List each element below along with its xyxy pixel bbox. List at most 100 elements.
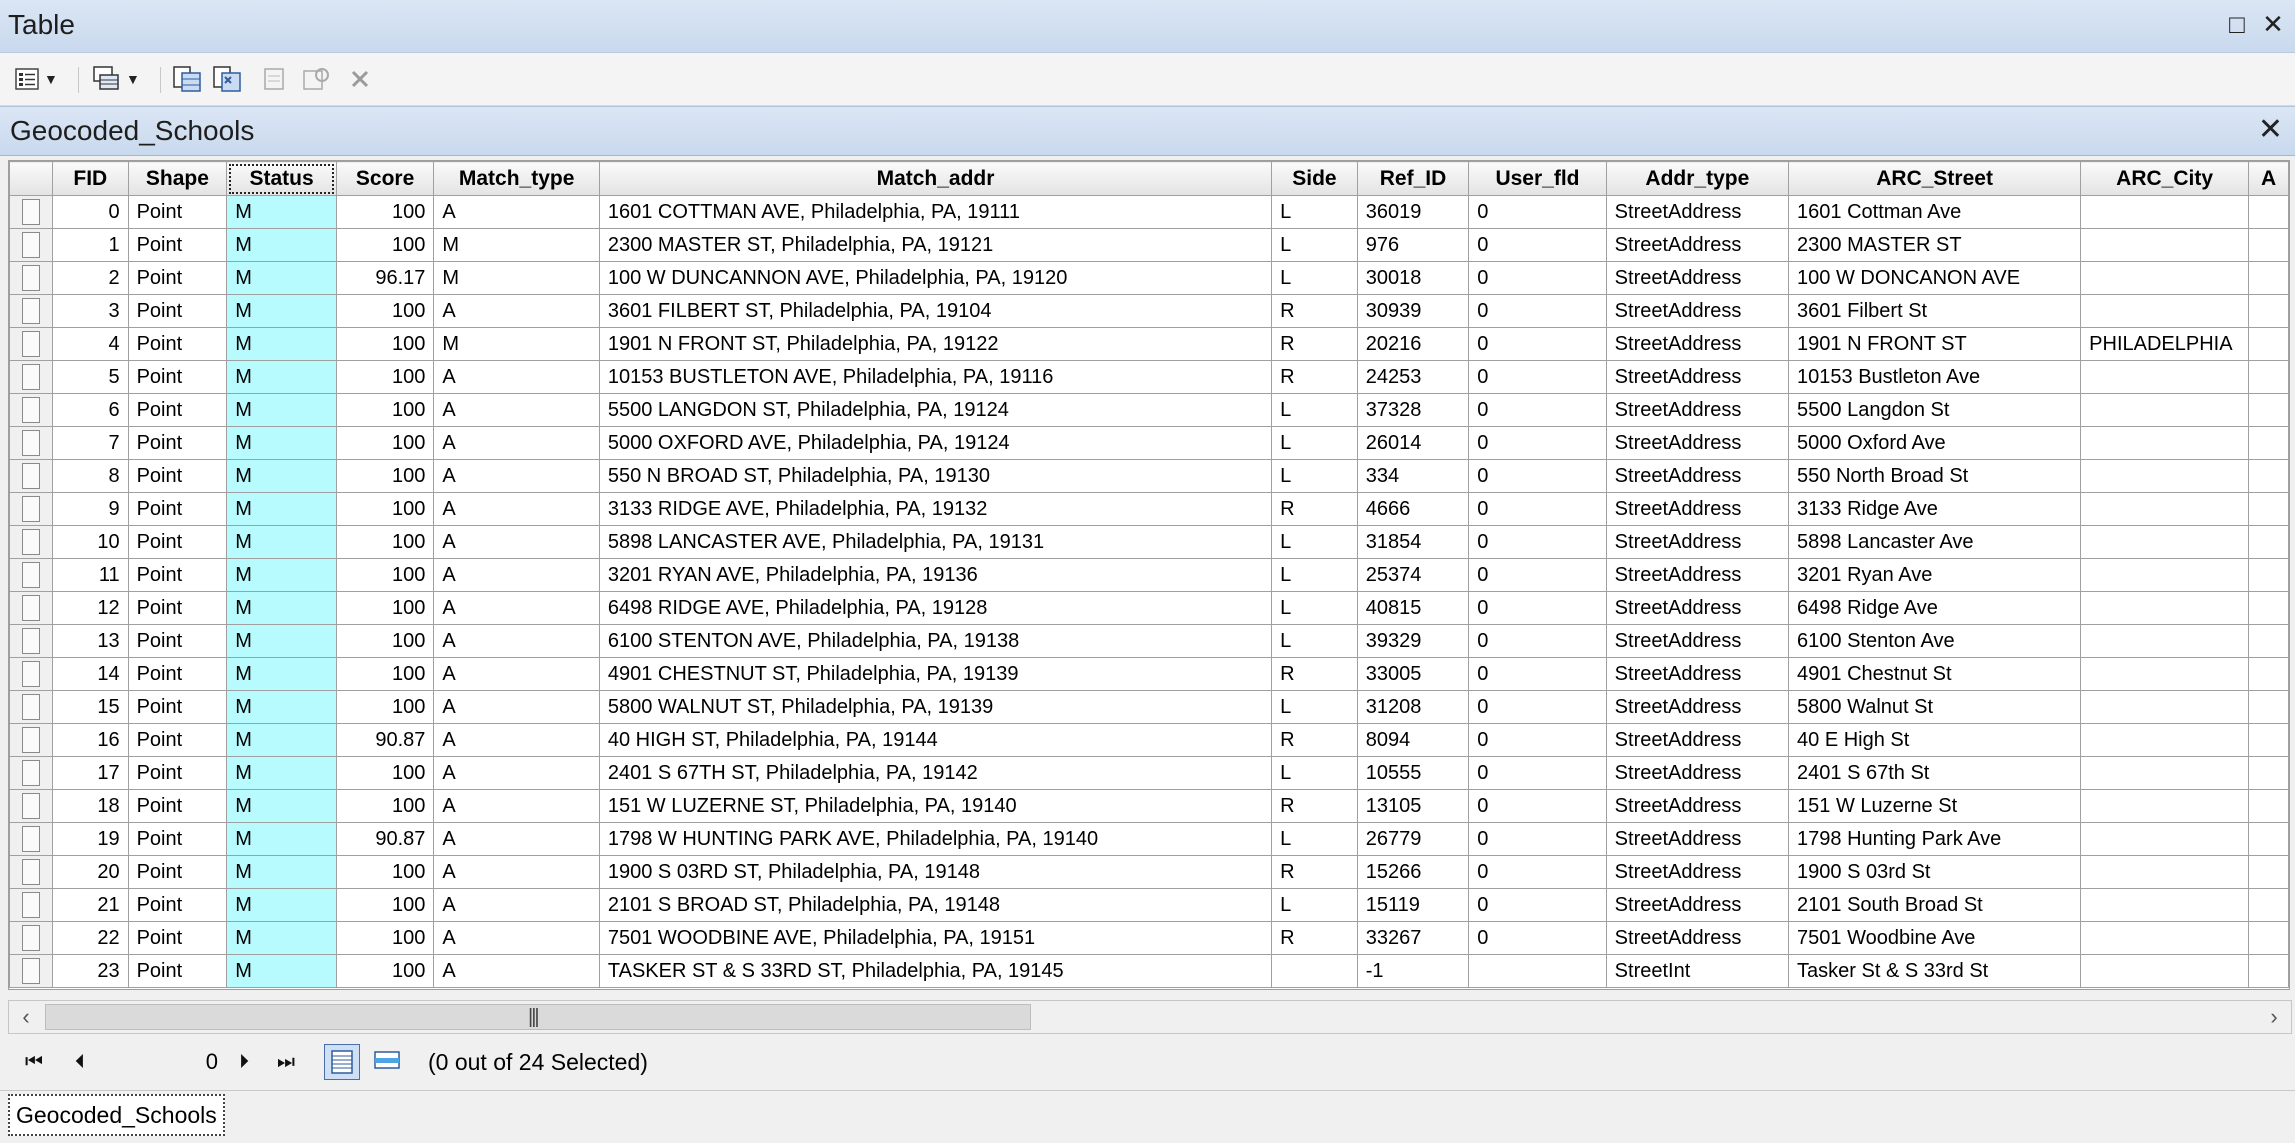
score-cell[interactable]: 100	[335, 690, 435, 724]
column-header[interactable]: Side	[1271, 161, 1358, 196]
match-addr-cell[interactable]: 1798 W HUNTING PARK AVE, Philadelphia, P…	[598, 822, 1273, 856]
match-addr-cell[interactable]: 3133 RIDGE AVE, Philadelphia, PA, 19132	[598, 492, 1273, 526]
addr-type-cell[interactable]: StreetAddress	[1605, 657, 1790, 691]
ref-id-cell[interactable]: 10555	[1356, 756, 1470, 790]
match-addr-cell[interactable]: TASKER ST & S 33RD ST, Philadelphia, PA,…	[598, 954, 1273, 988]
delete-selected-button[interactable]	[348, 63, 372, 95]
column-header[interactable]: Addr_type	[1605, 161, 1790, 196]
column-header[interactable]: Score	[335, 161, 435, 196]
status-cell[interactable]: M	[226, 195, 337, 229]
shape-cell[interactable]: Point	[127, 954, 228, 988]
shape-cell[interactable]: Point	[127, 921, 228, 955]
addr-type-cell[interactable]: StreetAddress	[1605, 591, 1790, 625]
arc-street-cell[interactable]: 1900 S 03rd St	[1788, 855, 2082, 889]
user-fld-cell[interactable]: 0	[1468, 261, 1607, 295]
status-cell[interactable]: M	[226, 624, 337, 658]
status-cell[interactable]: M	[226, 921, 337, 955]
score-cell[interactable]: 100	[335, 954, 435, 988]
status-cell[interactable]: M	[226, 327, 337, 361]
arc-street-cell[interactable]: Tasker St & S 33rd St	[1788, 954, 2082, 988]
row-selector[interactable]	[9, 789, 53, 823]
fid-cell[interactable]: 10	[52, 525, 129, 559]
arc-city-cell[interactable]	[2080, 954, 2250, 988]
row-selector[interactable]	[9, 888, 53, 922]
addr-type-cell[interactable]: StreetAddress	[1605, 822, 1790, 856]
match-addr-cell[interactable]: 6100 STENTON AVE, Philadelphia, PA, 1913…	[598, 624, 1273, 658]
side-cell[interactable]: L	[1271, 228, 1358, 262]
user-fld-cell[interactable]: 0	[1468, 723, 1607, 757]
match-addr-cell[interactable]: 3601 FILBERT ST, Philadelphia, PA, 19104	[598, 294, 1273, 328]
match-type-cell[interactable]: A	[433, 690, 600, 724]
user-fld-cell[interactable]: 0	[1468, 294, 1607, 328]
ref-id-cell[interactable]: 15119	[1356, 888, 1470, 922]
arc-street-cell[interactable]: 2300 MASTER ST	[1788, 228, 2082, 262]
row-selector[interactable]	[9, 327, 53, 361]
shape-cell[interactable]: Point	[127, 228, 228, 262]
arc-street-cell[interactable]: 5800 Walnut St	[1788, 690, 2082, 724]
status-cell[interactable]: M	[226, 657, 337, 691]
side-cell[interactable]: L	[1271, 558, 1358, 592]
addr-type-cell[interactable]: StreetAddress	[1605, 624, 1790, 658]
side-cell[interactable]: L	[1271, 624, 1358, 658]
score-cell[interactable]: 100	[335, 195, 435, 229]
arc-city-cell[interactable]	[2080, 723, 2250, 757]
shape-cell[interactable]: Point	[127, 657, 228, 691]
arc-street-cell[interactable]: 1798 Hunting Park Ave	[1788, 822, 2082, 856]
column-header[interactable]: FID	[52, 161, 129, 196]
arc-street-cell[interactable]: 10153 Bustleton Ave	[1788, 360, 2082, 394]
match-type-cell[interactable]: A	[433, 855, 600, 889]
match-type-cell[interactable]: A	[433, 921, 600, 955]
match-addr-cell[interactable]: 5000 OXFORD AVE, Philadelphia, PA, 19124	[598, 426, 1273, 460]
fid-cell[interactable]: 23	[52, 954, 129, 988]
arc-city-cell[interactable]	[2080, 525, 2250, 559]
table-row[interactable]: 23 Point M 100 A TASKER ST & S 33RD ST, Phila…	[9, 954, 2289, 988]
side-cell[interactable]: L	[1271, 591, 1358, 625]
shape-cell[interactable]: Point	[127, 756, 228, 790]
ref-id-cell[interactable]: 39329	[1356, 624, 1470, 658]
match-addr-cell[interactable]: 40 HIGH ST, Philadelphia, PA, 19144	[598, 723, 1273, 757]
match-type-cell[interactable]: A	[433, 822, 600, 856]
scrollbar-thumb[interactable]: |||	[45, 1004, 1031, 1030]
arc-city-cell[interactable]	[2080, 822, 2250, 856]
table-row[interactable]: 5 Point M 100 A 10153 BUSTLETON AVE, Philadel…	[9, 360, 2289, 394]
addr-type-cell[interactable]: StreetAddress	[1605, 195, 1790, 229]
current-record-field[interactable]: 0	[114, 1047, 222, 1077]
fid-cell[interactable]: 13	[52, 624, 129, 658]
arc-city-cell[interactable]	[2080, 261, 2250, 295]
score-cell[interactable]: 100	[335, 228, 435, 262]
ref-id-cell[interactable]: 976	[1356, 228, 1470, 262]
match-type-cell[interactable]: A	[433, 459, 600, 493]
arc-city-cell[interactable]	[2080, 294, 2250, 328]
addr-type-cell[interactable]: StreetAddress	[1605, 393, 1790, 427]
fid-cell[interactable]: 14	[52, 657, 129, 691]
status-cell[interactable]: M	[226, 426, 337, 460]
match-addr-cell[interactable]: 6498 RIDGE AVE, Philadelphia, PA, 19128	[598, 591, 1273, 625]
tab-geocoded-schools[interactable]: Geocoded_Schools	[8, 1094, 225, 1136]
match-addr-cell[interactable]: 1601 COTTMAN AVE, Philadelphia, PA, 1911…	[598, 195, 1273, 229]
arc-street-cell[interactable]: 6498 Ridge Ave	[1788, 591, 2082, 625]
user-fld-cell[interactable]: 0	[1468, 921, 1607, 955]
arc-street-cell[interactable]: 550 North Broad St	[1788, 459, 2082, 493]
ref-id-cell[interactable]: 40815	[1356, 591, 1470, 625]
arc-city-cell[interactable]	[2080, 789, 2250, 823]
side-cell[interactable]: R	[1271, 789, 1358, 823]
user-fld-cell[interactable]: 0	[1468, 624, 1607, 658]
score-cell[interactable]: 100	[335, 459, 435, 493]
column-header[interactable]: Shape	[127, 161, 228, 196]
match-type-cell[interactable]: M	[433, 228, 600, 262]
overflow-column-cell[interactable]	[2248, 624, 2289, 658]
addr-type-cell[interactable]: StreetAddress	[1605, 294, 1790, 328]
table-row[interactable]: 12 Point M 100 A 6498 RIDGE AVE, Philadelphia…	[9, 591, 2289, 625]
arc-city-cell[interactable]: PHILADELPHIA	[2080, 327, 2250, 361]
status-cell[interactable]: M	[226, 360, 337, 394]
side-cell[interactable]	[1271, 954, 1358, 988]
user-fld-cell[interactable]: 0	[1468, 822, 1607, 856]
side-cell[interactable]: L	[1271, 525, 1358, 559]
ref-id-cell[interactable]: 8094	[1356, 723, 1470, 757]
ref-id-cell[interactable]: 24253	[1356, 360, 1470, 394]
overflow-column-cell[interactable]	[2248, 228, 2289, 262]
column-header[interactable]: A	[2248, 161, 2289, 196]
score-cell[interactable]: 100	[335, 888, 435, 922]
row-selector[interactable]	[9, 591, 53, 625]
overflow-column-cell[interactable]	[2248, 789, 2289, 823]
